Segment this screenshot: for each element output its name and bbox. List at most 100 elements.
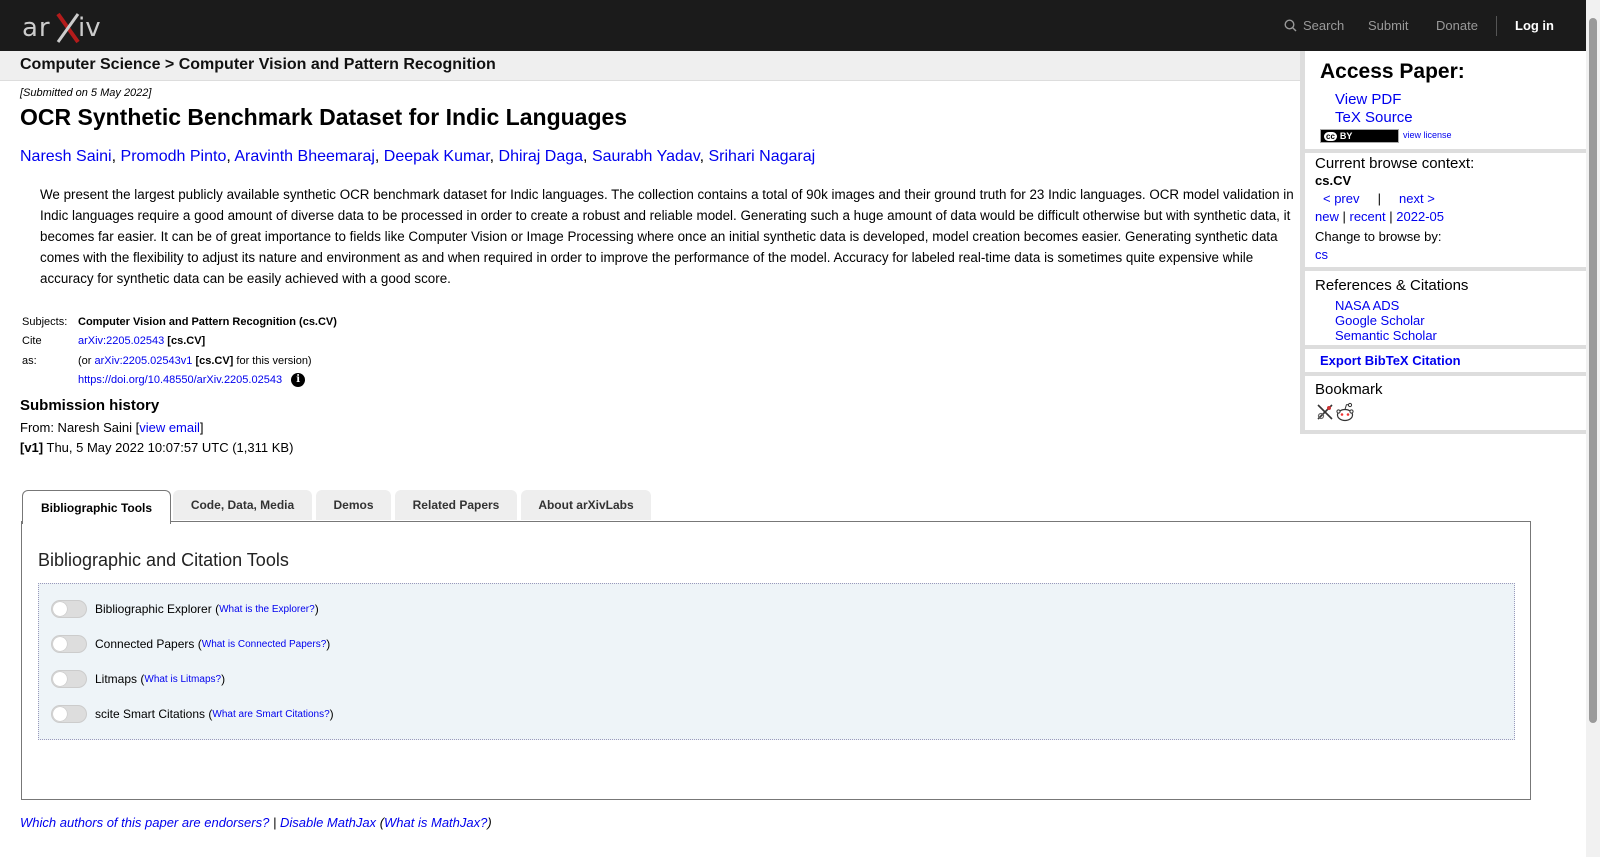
google-scholar-link[interactable]: Google Scholar [1335,313,1425,328]
references-box: References & Citations NASA ADS Google S… [1305,271,1586,345]
cite-version-suffix: for this version) [236,355,312,367]
top-header: ar iv Search Submit Donate Log in [0,0,1586,51]
version-tag[interactable]: [v1] [20,440,43,455]
nav-login[interactable]: Log in [1515,0,1554,51]
cite-id-link[interactable]: arXiv:2205.02543 [78,335,164,347]
prev-link[interactable]: < prev [1323,191,1360,206]
next-link[interactable]: next > [1399,191,1435,206]
cite-version: (or arXiv:2205.02543v1 [cs.CV] for this … [78,351,312,371]
sidebar: Access Paper: View PDF TeX Source cc BY v… [1300,51,1586,434]
semantic-scholar-link[interactable]: Semantic Scholar [1335,328,1437,343]
disable-mathjax-link[interactable]: Disable MathJax [280,815,376,830]
cite-label: Cite as: [22,335,42,367]
author-link[interactable]: Naresh Saini [20,148,112,165]
browse-context-value: cs.CV [1315,173,1352,188]
svg-text:iv: iv [78,13,101,43]
tool-label: Litmaps [95,672,138,686]
bibsonomy-icon[interactable] [1316,403,1334,421]
nasa-ads-link[interactable]: NASA ADS [1335,298,1399,313]
author-link[interactable]: Srihari Nagaraj [708,148,815,165]
author-link[interactable]: Aravinth Bheemaraj [234,148,375,165]
nav-donate[interactable]: Donate [1436,0,1478,51]
panel-title: Bibliographic and Citation Tools [38,550,289,570]
view-pdf-link[interactable]: View PDF [1335,91,1401,108]
author-link[interactable]: Deepak Kumar [384,148,490,165]
endorsers-link[interactable]: Which authors of this paper are endorser… [20,815,269,830]
bibsonomy-icon[interactable] [1300,350,1318,368]
tex-source-link[interactable]: TeX Source [1335,109,1413,126]
submission-history-title: Submission history [20,397,160,414]
footer-links: Which authors of this paper are endorser… [20,815,492,830]
prev-next-row: < prev | next > [1323,191,1435,206]
browse-cs-link[interactable]: cs [1315,247,1328,262]
paren-close: ) [487,815,492,830]
version-text: Thu, 5 May 2022 10:07:57 UTC (1,311 KB) [46,440,294,455]
toggle-switch[interactable] [51,670,87,688]
paper-title: OCR Synthetic Benchmark Dataset for Indi… [20,104,628,130]
author-separator: , [583,148,588,165]
author-link[interactable]: Dhiraj Daga [499,148,583,165]
cite-version-link[interactable]: arXiv:2205.02543v1 [95,355,193,367]
tab-about-arxivlabs[interactable]: About arXivLabs [521,490,651,520]
tab-code-data-media[interactable]: Code, Data, Media [173,490,312,520]
toggle-switch[interactable] [51,635,87,653]
tool-label: Bibliographic Explorer [95,602,212,616]
month-link[interactable]: 2022-05 [1396,209,1444,224]
nav-submit[interactable]: Submit [1368,0,1408,51]
breadcrumb[interactable]: Computer Science > Computer Vision and P… [20,56,496,74]
cite-as: arXiv:2205.02543 [cs.CV] [78,331,205,351]
author-link[interactable]: Saurabh Yadav [592,148,700,165]
tab-bibliographic-tools[interactable]: Bibliographic Tools [22,490,171,524]
tool-row: Bibliographic Explorer (What is the Expl… [51,599,319,619]
tab-demos[interactable]: Demos [316,490,391,520]
submission-date: [Submitted on 5 May 2022] [20,87,152,99]
tab-related-papers[interactable]: Related Papers [395,490,517,520]
export-bibtex-link[interactable]: Export BibTeX Citation [1320,353,1461,368]
access-paper-title: Access Paper: [1320,60,1465,83]
tool-help-link[interactable]: What are Smart Citations? [212,709,329,720]
what-mathjax-link[interactable]: What is MathJax? [384,815,487,830]
doi-row: https://doi.org/10.48550/arXiv.2205.0254… [78,370,306,390]
arxiv-logo[interactable]: ar iv [22,8,112,46]
info-icon[interactable]: i [291,373,306,388]
page-scrollbar[interactable] [1586,0,1600,857]
tool-help-link[interactable]: What is the Explorer? [219,604,315,615]
nav-search[interactable]: Search [1284,0,1344,51]
reddit-icon[interactable] [1335,402,1355,422]
from-suffix: ] [199,420,204,435]
version-entry: [v1] Thu, 5 May 2022 10:07:57 UTC (1,311… [20,440,293,455]
browse-context-title: Current browse context: [1315,155,1475,172]
tools-box: Bibliographic Explorer (What is the Expl… [38,583,1515,740]
doi-link[interactable]: https://doi.org/10.48550/arXiv.2205.0254… [78,374,282,386]
tool-row: scite Smart Citations (What are Smart Ci… [51,704,334,724]
access-paper-box: Access Paper: View PDF TeX Source cc BY v… [1305,51,1586,149]
nav-separator: | [1377,191,1381,206]
author-link[interactable]: Promodh Pinto [121,148,227,165]
footer-separator: | [272,815,277,830]
tab-panel: Bibliographic and Citation Tools Bibliog… [21,521,1531,800]
author-separator: , [489,148,495,165]
scrollbar-thumb[interactable] [1589,18,1597,723]
cc-mark: cc [1324,131,1337,141]
author-list: Naresh Saini, Promodh Pinto, Aravinth Bh… [20,148,815,166]
new-recent-row: new | recent | 2022-05 [1315,209,1444,224]
nav-separator: | [1389,209,1393,224]
cc-license-badge[interactable]: cc BY [1320,129,1399,143]
author-separator: , [226,148,231,165]
cite-or-prefix: (or [78,355,92,367]
view-license-link[interactable]: view license [1403,130,1452,140]
tool-help-link[interactable]: What is Litmaps? [144,674,221,685]
tool-help-link[interactable]: What is Connected Papers? [202,639,327,650]
tool-label: Connected Papers [95,637,195,651]
author-separator: , [111,148,117,165]
cite-version-category: [cs.CV] [195,355,234,367]
tool-label: scite Smart Citations [95,707,206,721]
cc-by-mark: BY [1339,131,1353,141]
cite-category: [cs.CV] [167,335,206,347]
view-email-link[interactable]: view email [139,420,200,435]
toggle-switch[interactable] [51,705,87,723]
subjects-value: Computer Vision and Pattern Recognition … [78,316,337,328]
new-link[interactable]: new [1315,209,1339,224]
toggle-switch[interactable] [51,600,87,618]
recent-link[interactable]: recent [1350,209,1386,224]
